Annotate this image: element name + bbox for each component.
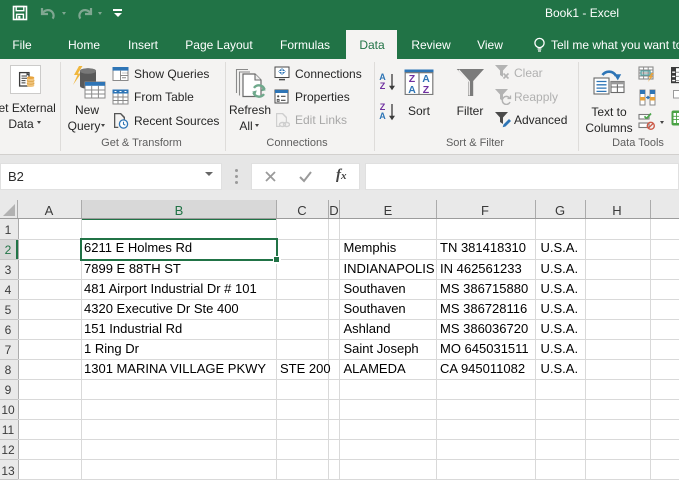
svg-text:A: A (408, 84, 416, 95)
svg-text:Z: Z (423, 84, 430, 95)
